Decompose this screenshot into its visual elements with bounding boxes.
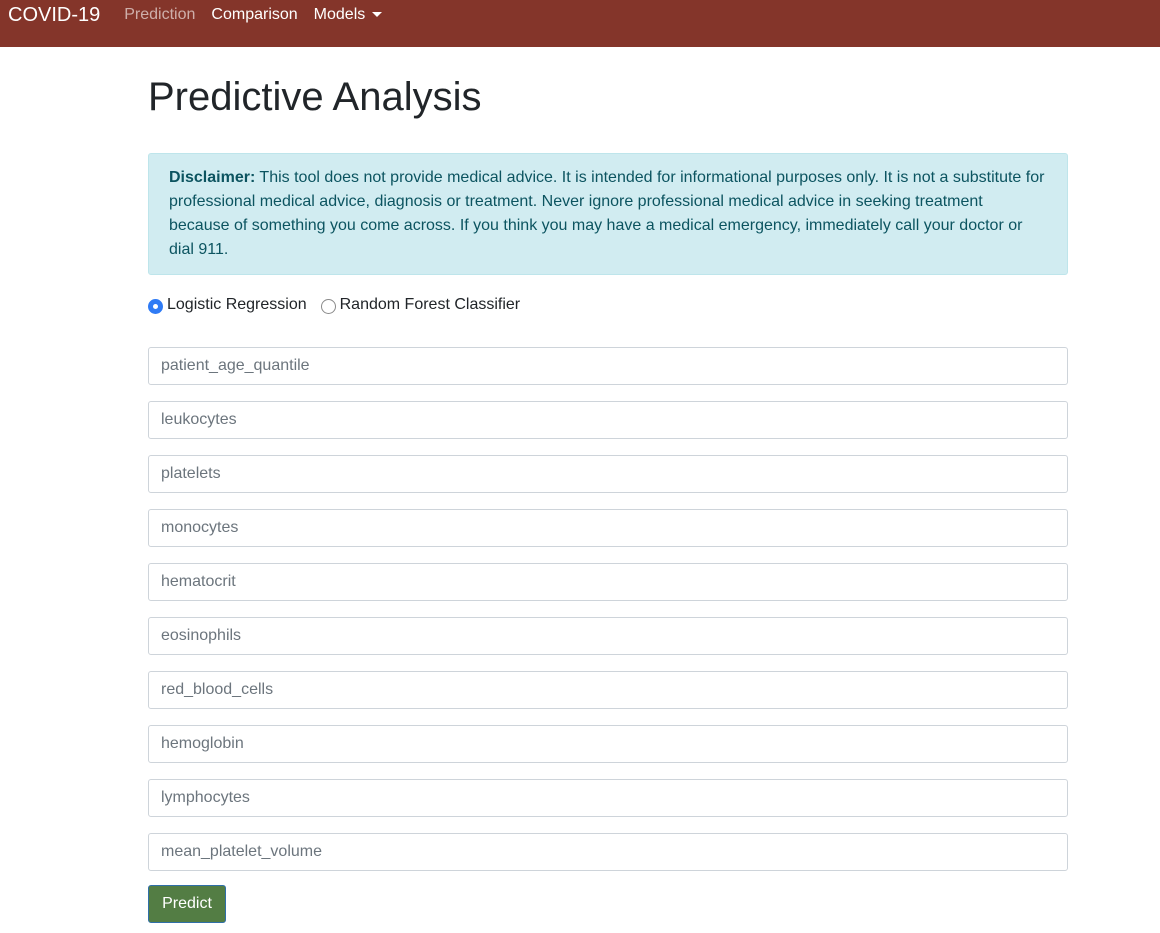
input-patient-age-quantile[interactable]: [148, 347, 1068, 385]
disclaimer-text: This tool does not provide medical advic…: [169, 169, 1045, 258]
predict-button[interactable]: Predict: [148, 885, 226, 923]
nav-link-prediction[interactable]: Prediction: [124, 6, 195, 24]
navbar-brand[interactable]: COVID-19: [8, 5, 100, 25]
radio-label-logistic-regression: Logistic Regression: [167, 296, 307, 313]
radio-button-logistic-regression[interactable]: [148, 298, 163, 314]
radio-option-random-forest[interactable]: Random Forest Classifier: [320, 296, 521, 314]
input-leukocytes[interactable]: [148, 401, 1068, 439]
radio-button-random-forest[interactable]: [320, 298, 336, 314]
main-container: Predictive Analysis Disclaimer: This too…: [148, 47, 1068, 923]
input-platelets[interactable]: [148, 455, 1068, 493]
nav-dropdown-models[interactable]: Models: [314, 6, 383, 24]
top-navbar: COVID-19 Prediction Comparison Models: [0, 0, 1160, 47]
input-lymphocytes[interactable]: [148, 779, 1068, 817]
input-red-blood-cells[interactable]: [148, 671, 1068, 709]
feature-input-list: [148, 347, 1068, 871]
nav-dropdown-models-label: Models: [313, 5, 366, 23]
disclaimer-alert: Disclaimer: This tool does not provide m…: [148, 153, 1068, 275]
input-eosinophils[interactable]: [148, 617, 1068, 655]
disclaimer-label: Disclaimer:: [169, 169, 256, 186]
input-monocytes[interactable]: [148, 509, 1068, 547]
model-radio-group: Logistic Regression Random Forest Classi…: [148, 295, 1068, 315]
nav-link-comparison[interactable]: Comparison: [211, 6, 297, 24]
caret-down-icon: [372, 12, 383, 17]
input-hematocrit[interactable]: [148, 563, 1068, 601]
radio-option-logistic-regression[interactable]: Logistic Regression: [148, 296, 307, 314]
radio-label-random-forest: Random Forest Classifier: [339, 296, 521, 313]
input-mean-platelet-volume[interactable]: [148, 833, 1068, 871]
input-hemoglobin[interactable]: [148, 725, 1068, 763]
page-title: Predictive Analysis: [148, 75, 482, 119]
